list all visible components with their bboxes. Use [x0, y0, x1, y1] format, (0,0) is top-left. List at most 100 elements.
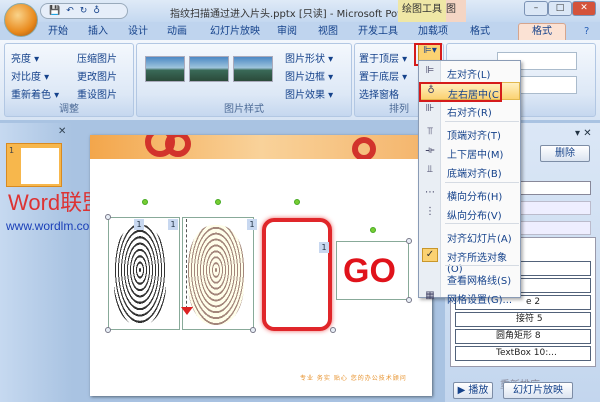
- compress-pictures-button[interactable]: 压缩图片: [77, 50, 117, 65]
- resize-handle[interactable]: [250, 327, 256, 333]
- delete-button[interactable]: 删除: [540, 145, 590, 162]
- menu-item-align-top[interactable]: ⫪ 顶端对齐(T): [420, 124, 520, 142]
- change-picture-button[interactable]: 更改图片: [77, 68, 117, 83]
- align-to-slide-icon: [422, 229, 438, 243]
- close-pane-icon[interactable]: ✕: [58, 126, 66, 137]
- tab-format-drawing[interactable]: 格式: [470, 24, 490, 40]
- align-right-icon: ⊪: [425, 103, 435, 114]
- menu-item-label: 对齐幻灯片(A): [447, 234, 512, 245]
- menu-item-align-right[interactable]: ⊪ 右对齐(R): [420, 101, 520, 119]
- style-thumb[interactable]: [189, 56, 229, 82]
- style-thumb[interactable]: [145, 56, 185, 82]
- picture-tools-label: 图: [446, 0, 466, 22]
- slide-canvas[interactable]: GO 1 1 1 1 专业 务实 贴心 您的办公技术顾问: [90, 135, 432, 396]
- align-left-icon: ⊫: [425, 65, 435, 76]
- grid-settings-icon: ▦: [425, 290, 435, 301]
- group-picture-styles: 图片形状 ▾ 图片边框 ▾ 图片效果 ▾ 图片样式: [136, 43, 352, 117]
- tab-insert[interactable]: 插入: [88, 24, 108, 40]
- resize-handle[interactable]: [406, 238, 412, 244]
- help-icon[interactable]: ?: [584, 24, 589, 40]
- list-item[interactable]: 圆角矩形 8: [455, 329, 591, 344]
- slide-footer: 专业 务实 贴心 您的办公技术顾问: [300, 375, 407, 382]
- menu-item-label: 右对齐(R): [447, 108, 492, 119]
- tab-addins[interactable]: 加载项: [418, 24, 448, 40]
- rotation-handle[interactable]: [215, 199, 221, 205]
- reset-picture-button[interactable]: 重设图片: [77, 86, 117, 101]
- tab-developer[interactable]: 开发工具: [358, 24, 398, 40]
- menu-separator: [445, 121, 519, 122]
- resize-handle[interactable]: [330, 327, 336, 333]
- tab-design[interactable]: 设计: [128, 24, 148, 40]
- contrast-button[interactable]: 对比度 ▾: [11, 68, 49, 83]
- group-label: 图片样式: [224, 104, 264, 115]
- align-icon[interactable]: ♁: [93, 6, 100, 16]
- close-button[interactable]: ✕: [572, 1, 596, 16]
- tab-review[interactable]: 审阅: [277, 24, 297, 40]
- menu-item-label: 纵向分布(V): [447, 211, 502, 222]
- selection-pane-button[interactable]: 选择窗格: [359, 86, 399, 101]
- menu-item-align-left[interactable]: ⊫ 左对齐(L): [420, 63, 520, 81]
- rounded-rectangle[interactable]: [262, 218, 332, 331]
- picture-border-button[interactable]: 图片边框 ▾: [285, 68, 333, 83]
- menu-item-align-bottom[interactable]: ⫫ 底端对齐(B): [420, 162, 520, 180]
- animation-badge: 1: [319, 242, 329, 253]
- maximize-button[interactable]: □: [548, 1, 572, 16]
- picture-shape-button[interactable]: 图片形状 ▾: [285, 50, 333, 65]
- distribute-horizontal-icon: ⋯: [425, 187, 435, 198]
- rotation-handle[interactable]: [370, 227, 376, 233]
- bring-to-front-button[interactable]: 置于顶层 ▾: [359, 50, 407, 65]
- menu-item-label: 查看网格线(S): [447, 276, 512, 287]
- tab-format-picture[interactable]: 格式: [518, 23, 566, 41]
- watermark-url: www.wordlm.com: [6, 219, 100, 233]
- undo-icon[interactable]: ↶: [66, 6, 74, 16]
- menu-item-align-middle[interactable]: ⟛ 上下居中(M): [420, 143, 520, 161]
- rotation-handle[interactable]: [142, 199, 148, 205]
- rotation-handle[interactable]: [294, 199, 300, 205]
- align-middle-icon: ⟛: [425, 145, 435, 156]
- tab-animation[interactable]: 动画: [167, 24, 187, 40]
- menu-item-align-to-slide[interactable]: 对齐幻灯片(A): [420, 227, 520, 245]
- menu-item-distribute-vertical[interactable]: ⋮ 纵向分布(V): [420, 204, 520, 222]
- menu-item-label: 底端对齐(B): [447, 169, 502, 180]
- slideshow-button[interactable]: 幻灯片放映: [503, 382, 573, 399]
- slide-header-decoration: [90, 135, 432, 159]
- menu-separator: [445, 265, 519, 266]
- slide-thumbnail[interactable]: [6, 143, 62, 187]
- slide-number: 1: [9, 146, 15, 155]
- distribute-vertical-icon: ⋮: [425, 206, 435, 217]
- style-thumb[interactable]: [233, 56, 273, 82]
- save-icon[interactable]: 💾: [49, 6, 60, 16]
- pane-close-icon[interactable]: ▾ ✕: [575, 128, 592, 139]
- menu-item-label: 网格设置(G)...: [447, 295, 513, 306]
- selection-box: [108, 217, 180, 330]
- view-gridlines-icon: [422, 271, 438, 285]
- resize-handle[interactable]: [105, 214, 111, 220]
- drawing-tools-label: 绘图工具: [398, 0, 446, 22]
- list-item[interactable]: 接符 5: [455, 312, 591, 327]
- brightness-button[interactable]: 亮度 ▾: [11, 50, 39, 65]
- menu-item-distribute-horizontal[interactable]: ⋯ 横向分布(H): [420, 185, 520, 203]
- align-selected-objects-icon: ✓: [422, 248, 438, 262]
- play-button[interactable]: ▶ 播放: [453, 382, 493, 399]
- tab-view[interactable]: 视图: [318, 24, 338, 40]
- redo-icon[interactable]: ↻: [80, 6, 88, 16]
- send-to-back-button[interactable]: 置于底层 ▾: [359, 68, 407, 83]
- group-adjust: 亮度 ▾ 对比度 ▾ 重新着色 ▾ 压缩图片 更改图片 重设图片 调整: [4, 43, 134, 117]
- menu-item-label: 横向分布(H): [447, 192, 503, 203]
- menu-item-grid-settings[interactable]: ▦ 网格设置(G)...: [420, 288, 520, 306]
- picture-effects-button[interactable]: 图片效果 ▾: [285, 86, 333, 101]
- menu-item-view-gridlines[interactable]: 查看网格线(S): [420, 269, 520, 287]
- tab-home[interactable]: 开始: [48, 24, 68, 40]
- list-item[interactable]: TextBox 10:...: [455, 346, 591, 361]
- recolor-button[interactable]: 重新着色 ▾: [11, 86, 59, 101]
- tab-slideshow[interactable]: 幻灯片放映: [210, 24, 260, 40]
- resize-handle[interactable]: [406, 297, 412, 303]
- minimize-button[interactable]: –: [524, 1, 548, 16]
- menu-item-align-selected-objects[interactable]: ✓ 对齐所选对象(O): [420, 246, 520, 275]
- resize-handle[interactable]: [105, 327, 111, 333]
- guide-line: [186, 219, 187, 314]
- animation-badge: 1: [247, 219, 257, 230]
- office-button[interactable]: [4, 3, 38, 37]
- selection-box: [336, 241, 409, 300]
- highlight-box: [419, 82, 502, 102]
